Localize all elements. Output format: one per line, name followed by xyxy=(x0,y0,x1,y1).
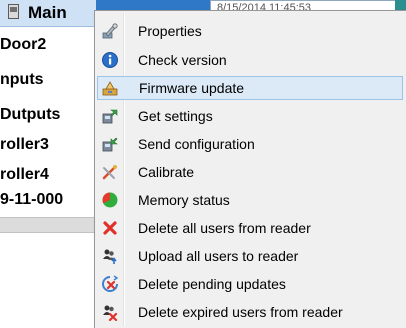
tree-item[interactable]: 9-11-000 xyxy=(0,187,100,213)
menu-item-label: Properties xyxy=(138,23,202,39)
menu-item-delete-expired-users[interactable]: Delete expired users from reader xyxy=(97,300,403,324)
delete-pending-updates-icon xyxy=(101,275,119,293)
horizontal-scrollbar[interactable] xyxy=(0,217,100,233)
menu-item-memory-status[interactable]: Memory status xyxy=(97,188,403,212)
menu-item-check-version[interactable]: Check version xyxy=(97,48,403,72)
properties-icon xyxy=(101,22,119,40)
menu-item-delete-all-users[interactable]: Delete all users from reader xyxy=(97,216,403,240)
upload-users-icon xyxy=(101,247,119,265)
menu-item-properties[interactable]: Properties xyxy=(97,19,403,43)
context-menu: Properties Check version Firmware update xyxy=(94,10,406,328)
menu-item-upload-all-users[interactable]: Upload all users to reader xyxy=(97,244,403,268)
menu-item-send-configuration[interactable]: Send configuration xyxy=(97,132,403,156)
device-tree: Main Door2 nputs Dutputs roller3 roller4… xyxy=(0,0,100,328)
selected-row-highlight xyxy=(96,0,216,10)
menu-item-label: Firmware update xyxy=(139,80,245,96)
memory-status-icon xyxy=(101,191,119,209)
tree-item[interactable]: Door2 xyxy=(0,32,100,58)
delete-expired-users-icon xyxy=(101,303,119,322)
menu-item-firmware-update[interactable]: Firmware update xyxy=(97,76,403,100)
send-configuration-icon xyxy=(101,135,119,153)
menu-item-get-settings[interactable]: Get settings xyxy=(97,104,403,128)
menu-item-label: Send configuration xyxy=(138,136,255,152)
device-icon xyxy=(8,4,19,19)
tree-header-label: Main xyxy=(28,3,67,22)
menu-item-label: Delete expired users from reader xyxy=(138,304,343,320)
menu-item-label: Upload all users to reader xyxy=(138,248,299,264)
tree-header-row[interactable]: Main xyxy=(0,0,100,27)
delete-users-icon xyxy=(101,219,119,237)
menu-item-calibrate[interactable]: Calibrate xyxy=(97,160,403,184)
info-icon xyxy=(101,51,119,69)
calibrate-icon xyxy=(101,163,119,181)
tree-item[interactable]: roller3 xyxy=(0,132,100,158)
menu-item-label: Delete all users from reader xyxy=(138,220,311,236)
menu-item-label: Get settings xyxy=(138,108,213,124)
menu-item-delete-pending-updates[interactable]: Delete pending updates xyxy=(97,272,403,296)
tree-item[interactable]: nputs xyxy=(0,67,100,93)
menu-item-label: Delete pending updates xyxy=(138,276,286,292)
menu-item-label: Memory status xyxy=(138,192,230,208)
menu-item-label: Calibrate xyxy=(138,164,195,180)
firmware-update-icon xyxy=(101,79,119,97)
get-settings-icon xyxy=(101,107,119,125)
menu-item-label: Check version xyxy=(138,52,227,68)
tree-item[interactable]: Dutputs xyxy=(0,102,100,128)
tree-item[interactable]: roller4 xyxy=(0,162,100,188)
